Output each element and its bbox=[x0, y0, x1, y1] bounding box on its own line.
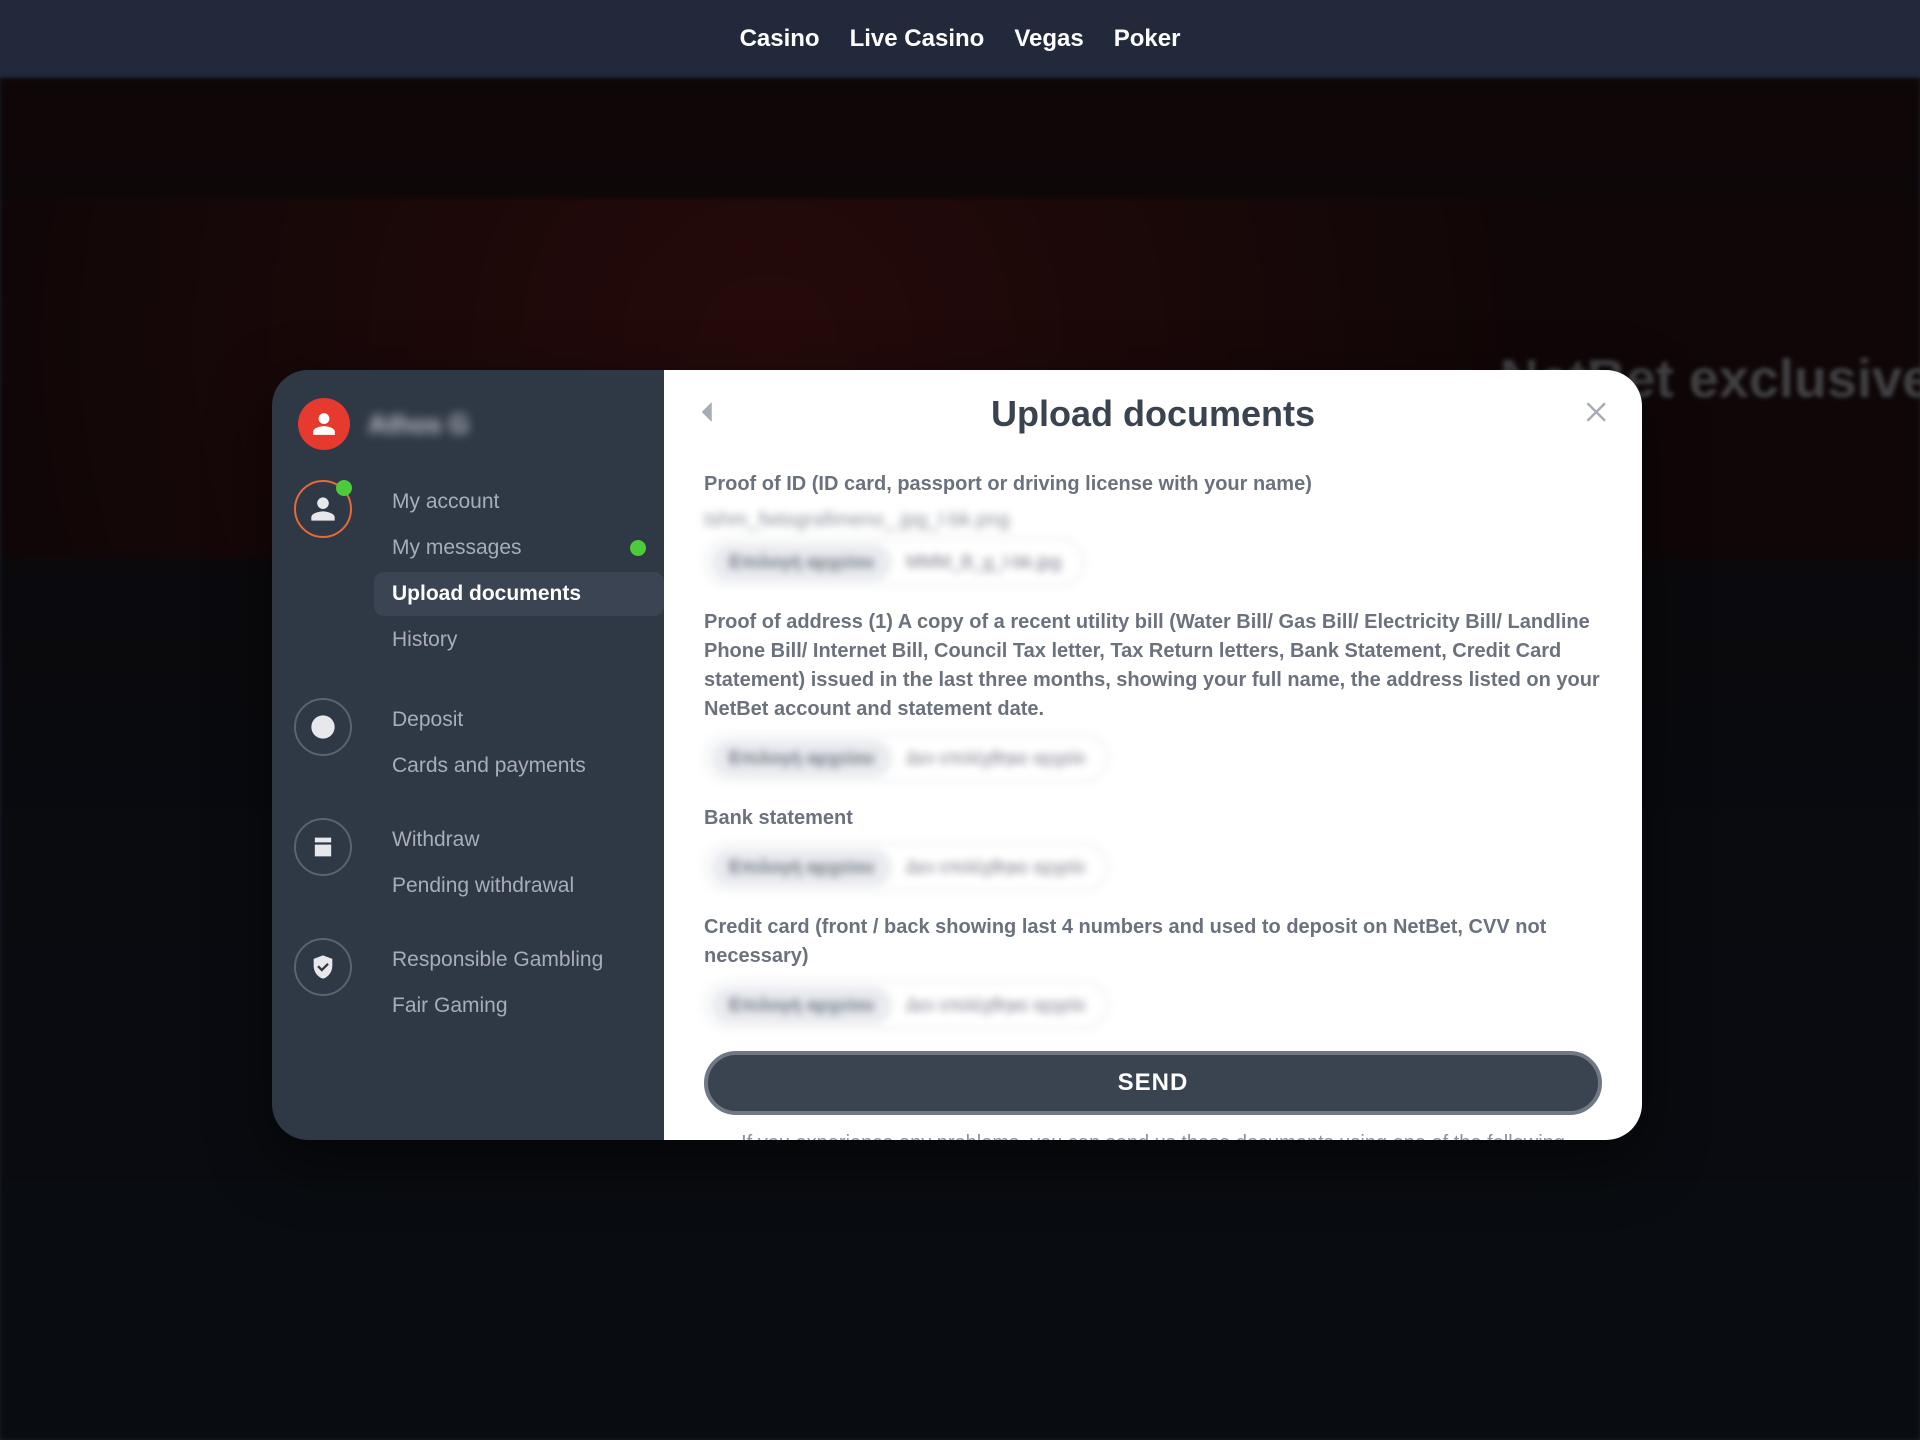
shield-icon bbox=[294, 938, 352, 996]
user-icon bbox=[294, 480, 352, 538]
sidebar-item-label: Cards and payments bbox=[392, 754, 586, 777]
file-input-proof-id[interactable]: Επιλογή αρχείου MMM_B_g_l-bk.jpg bbox=[704, 538, 1084, 586]
close-button[interactable] bbox=[1578, 392, 1618, 432]
sidebar-item-deposit[interactable]: Deposit bbox=[374, 698, 664, 742]
file-choose-chip: Επιλογή αρχείου bbox=[711, 740, 892, 777]
sidebar-group-account: My account My messages Upload documents … bbox=[292, 480, 664, 662]
file-choose-chip: Επιλογή αρχείου bbox=[711, 849, 892, 886]
sidebar-item-label: History bbox=[392, 628, 457, 651]
proof-address-label: Proof of address (1) A copy of a recent … bbox=[704, 608, 1602, 724]
file-input-proof-address[interactable]: Επιλογή αρχείου Δεν επιλέχθηκε αρχείο bbox=[704, 734, 1108, 782]
withdraw-icon bbox=[294, 818, 352, 876]
file-name: Δεν επιλέχθηκε αρχείο bbox=[906, 995, 1085, 1016]
sidebar-item-withdraw[interactable]: Withdraw bbox=[374, 818, 664, 862]
help-hint: If you experience any problems, you can … bbox=[704, 1129, 1602, 1140]
sidebar-item-label: Pending withdrawal bbox=[392, 874, 574, 897]
nav-casino[interactable]: Casino bbox=[740, 25, 820, 53]
nav-vegas[interactable]: Vegas bbox=[1014, 25, 1083, 53]
deposit-icon bbox=[294, 698, 352, 756]
proof-id-filename-line: tshm_fwtografimeno_.jpg_l-bk.png bbox=[704, 509, 1602, 532]
back-button[interactable] bbox=[688, 392, 728, 432]
back-icon bbox=[693, 397, 723, 427]
proof-id-label: Proof of ID (ID card, passport or drivin… bbox=[704, 470, 1602, 499]
sidebar-item-my-account[interactable]: My account bbox=[374, 480, 664, 524]
bank-statement-label: Bank statement bbox=[704, 804, 1602, 833]
sidebar-group-responsible: Responsible Gambling Fair Gaming bbox=[292, 938, 664, 1028]
sidebar-item-label: Responsible Gambling bbox=[392, 948, 603, 971]
file-input-bank-statement[interactable]: Επιλογή αρχείου Δεν επιλέχθηκε αρχείο bbox=[704, 843, 1108, 891]
modal-title: Upload documents bbox=[991, 393, 1315, 435]
file-input-credit-card[interactable]: Επιλογή αρχείου Δεν επιλέχθηκε αρχείο bbox=[704, 981, 1108, 1029]
notification-dot bbox=[336, 480, 352, 496]
nav-poker[interactable]: Poker bbox=[1114, 25, 1181, 53]
sidebar-group-deposit: Deposit Cards and payments bbox=[292, 698, 664, 788]
top-nav: Casino Live Casino Vegas Poker bbox=[0, 0, 1920, 78]
file-name: Δεν επιλέχθηκε αρχείο bbox=[906, 857, 1085, 878]
file-choose-chip: Επιλογή αρχείου bbox=[711, 544, 892, 581]
sidebar-group-withdraw: Withdraw Pending withdrawal bbox=[292, 818, 664, 908]
close-icon bbox=[1583, 397, 1613, 427]
sidebar-item-label: My messages bbox=[392, 536, 522, 559]
sidebar-item-upload-documents[interactable]: Upload documents bbox=[374, 572, 664, 616]
modal-main: Upload documents Proof of ID (ID card, p… bbox=[664, 370, 1642, 1140]
nav-live-casino[interactable]: Live Casino bbox=[850, 25, 985, 53]
sidebar-item-history[interactable]: History bbox=[374, 618, 664, 662]
send-button[interactable]: SEND bbox=[704, 1051, 1602, 1115]
sidebar-item-responsible-gambling[interactable]: Responsible Gambling bbox=[374, 938, 664, 982]
file-choose-chip: Επιλογή αρχείου bbox=[711, 987, 892, 1024]
sidebar-item-my-messages[interactable]: My messages bbox=[374, 526, 664, 570]
modal-sidebar: Athos G My account My messages Upload do… bbox=[272, 370, 664, 1140]
sidebar-item-label: Upload documents bbox=[392, 582, 581, 605]
notification-dot bbox=[630, 540, 646, 556]
profile-row: Athos G bbox=[292, 398, 664, 450]
modal-body[interactable]: Proof of ID (ID card, passport or drivin… bbox=[664, 448, 1642, 1140]
sidebar-item-cards-payments[interactable]: Cards and payments bbox=[374, 744, 664, 788]
file-name: MMM_B_g_l-bk.jpg bbox=[906, 552, 1061, 573]
sidebar-item-label: Withdraw bbox=[392, 828, 480, 851]
username: Athos G bbox=[368, 409, 469, 440]
credit-card-label: Credit card (front / back showing last 4… bbox=[704, 913, 1602, 971]
sidebar-item-label: Fair Gaming bbox=[392, 994, 508, 1017]
sidebar-item-label: My account bbox=[392, 490, 499, 513]
modal-header: Upload documents bbox=[664, 370, 1642, 448]
sidebar-item-label: Deposit bbox=[392, 708, 463, 731]
sidebar-item-pending-withdrawal[interactable]: Pending withdrawal bbox=[374, 864, 664, 908]
avatar bbox=[298, 398, 350, 450]
sidebar-item-fair-gaming[interactable]: Fair Gaming bbox=[374, 984, 664, 1028]
file-name: Δεν επιλέχθηκε αρχείο bbox=[906, 748, 1085, 769]
account-modal: Athos G My account My messages Upload do… bbox=[272, 370, 1642, 1140]
